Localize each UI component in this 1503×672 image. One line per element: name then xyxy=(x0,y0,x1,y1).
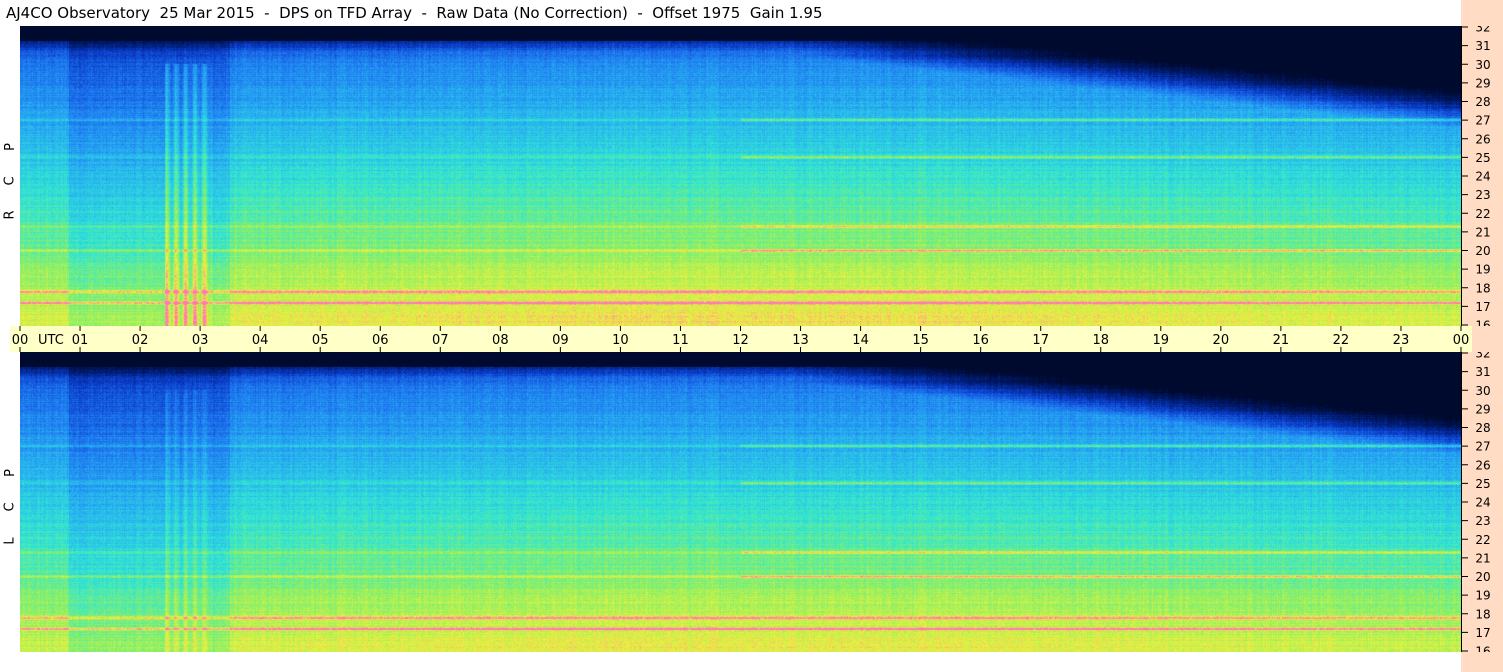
frequency-tick-label: 20 xyxy=(1475,570,1490,584)
time-tick-label: 18 xyxy=(1092,333,1109,348)
frequency-tick-label: 16 xyxy=(1475,319,1490,327)
chart-title: AJ4CO Observatory 25 Mar 2015 - DPS on T… xyxy=(6,4,823,22)
frequency-tick-label: 27 xyxy=(1475,440,1490,454)
frequency-tick-label: 16 xyxy=(1475,645,1490,653)
frequency-tick-label: 19 xyxy=(1475,589,1490,603)
time-tick-label: 20 xyxy=(1213,333,1230,348)
frequency-tick-label: 27 xyxy=(1475,114,1490,128)
time-tick-label: 23 xyxy=(1393,333,1410,348)
time-tick-label: 12 xyxy=(732,333,749,348)
time-tick-label: 04 xyxy=(252,333,269,348)
frequency-tick-label: 28 xyxy=(1475,421,1490,435)
frequency-tick-label: 24 xyxy=(1475,496,1490,510)
frequency-tick-label: 30 xyxy=(1475,58,1490,72)
frequency-tick-label: 22 xyxy=(1475,207,1490,221)
frequency-tick-label: 28 xyxy=(1475,95,1490,109)
frequency-tick-label: 32 xyxy=(1475,26,1490,35)
frequency-tick-label: 24 xyxy=(1475,170,1490,184)
frequency-tick-label: 29 xyxy=(1475,76,1490,90)
time-axis: 00 01 02 03 04 05 06 07 08 09 10 11 12 13 14 15 16 17 18 19… xyxy=(10,326,1472,352)
frequency-tick-label: 31 xyxy=(1475,39,1490,53)
frequency-tick-label: 23 xyxy=(1475,514,1490,528)
freq-unit-label: MHz xyxy=(1471,333,1472,347)
time-tick-label: 21 xyxy=(1273,333,1290,348)
panel-label-lcp: P C L xyxy=(2,456,20,558)
time-tick-label: 08 xyxy=(492,333,509,348)
time-tick-label: 09 xyxy=(552,333,569,348)
time-tick-label: 00 xyxy=(1453,333,1470,348)
panel-label-rcp: P C R xyxy=(2,130,20,232)
frequency-tick-label: 32 xyxy=(1475,352,1490,361)
frequency-tick-label: 25 xyxy=(1475,151,1490,165)
frequency-tick-label: 22 xyxy=(1475,533,1490,547)
frequency-tick-label: 17 xyxy=(1475,626,1490,640)
time-tick-label: 03 xyxy=(192,333,209,348)
frequency-tick-label: 26 xyxy=(1475,132,1490,146)
time-tick-label: 06 xyxy=(372,333,389,348)
time-tick-label: 16 xyxy=(972,333,989,348)
time-tick-label: 11 xyxy=(672,333,689,348)
time-tick-label: 01 xyxy=(72,333,89,348)
frequency-tick-label: 20 xyxy=(1475,244,1490,258)
time-tick-label: 17 xyxy=(1032,333,1049,348)
frequency-axis-rcp: 32 31 30 29 28 27 26 25 24 23 22 21 20 19 18 17 16 xyxy=(1461,26,1491,327)
frequency-tick-label: 30 xyxy=(1475,384,1490,398)
frequency-tick-label: 25 xyxy=(1475,477,1490,491)
lcp-spectrogram xyxy=(20,352,1461,652)
spectrogram-page: AJ4CO Observatory 25 Mar 2015 - DPS on T… xyxy=(0,0,1503,672)
frequency-tick-label: 29 xyxy=(1475,402,1490,416)
frequency-tick-label: 31 xyxy=(1475,365,1490,379)
time-tick-label: 22 xyxy=(1333,333,1350,348)
time-tick-label: 00 xyxy=(12,333,29,348)
time-tick-label: 13 xyxy=(792,333,809,348)
frequency-tick-label: 23 xyxy=(1475,188,1490,202)
time-tick-label: 05 xyxy=(312,333,329,348)
time-tick-label: 10 xyxy=(612,333,629,348)
frequency-tick-label: 17 xyxy=(1475,300,1490,314)
time-tick-label: 14 xyxy=(852,333,869,348)
frequency-tick-label: 21 xyxy=(1475,551,1490,565)
frequency-tick-label: 18 xyxy=(1475,607,1490,621)
frequency-tick-label: 19 xyxy=(1475,263,1490,277)
time-tick-label: 19 xyxy=(1153,333,1170,348)
rcp-spectrogram xyxy=(20,26,1461,326)
time-unit-label: UTC xyxy=(38,333,64,348)
frequency-tick-label: 18 xyxy=(1475,281,1490,295)
frequency-tick-label: 26 xyxy=(1475,458,1490,472)
time-tick-label: 07 xyxy=(432,333,449,348)
frequency-axis-lcp: 32 31 30 29 28 27 26 25 24 23 22 21 20 19 18 17 16 xyxy=(1461,352,1491,653)
time-tick-label: 02 xyxy=(132,333,149,348)
frequency-tick-label: 21 xyxy=(1475,225,1490,239)
time-tick-label: 15 xyxy=(912,333,929,348)
